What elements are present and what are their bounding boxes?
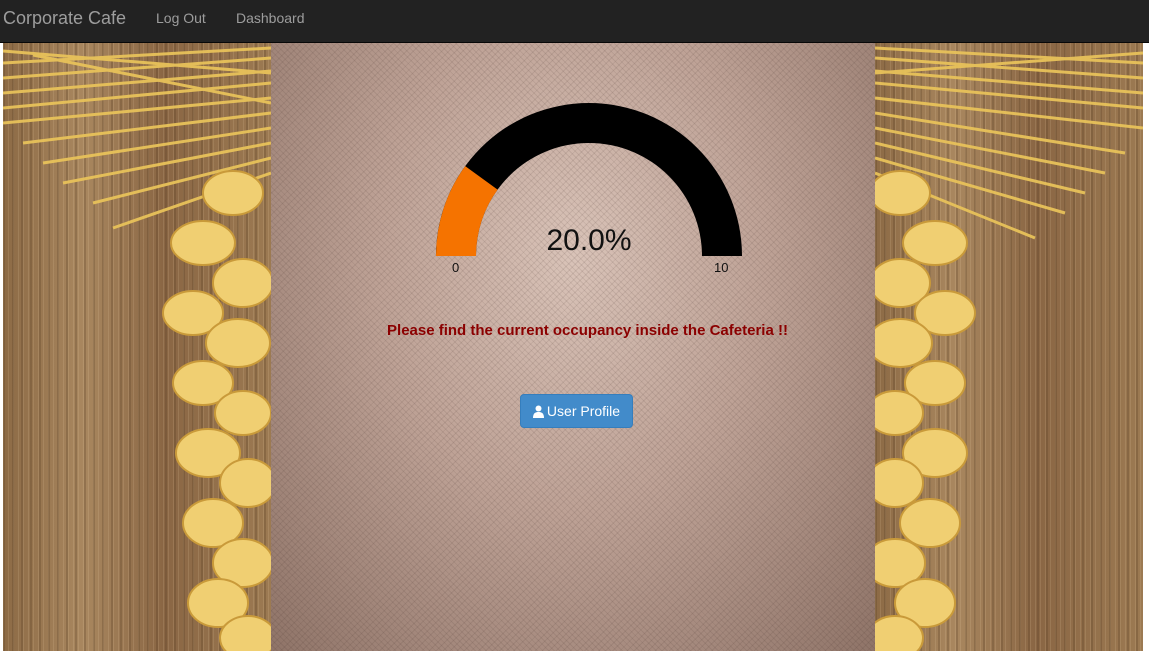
- user-profile-button[interactable]: User Profile: [520, 394, 633, 428]
- brand-link[interactable]: Corporate Cafe: [3, 8, 126, 29]
- main-panel: 20.0% 0 10 Please find the current occup…: [271, 43, 875, 651]
- gauge-max-label: 10: [714, 260, 729, 275]
- background-image-right: [875, 43, 1143, 651]
- top-navbar: Corporate Cafe Log Out Dashboard: [0, 0, 1149, 43]
- user-icon: [532, 405, 544, 418]
- right-margin: [1143, 43, 1149, 651]
- occupancy-message: Please find the current occupancy inside…: [387, 322, 788, 339]
- gauge-min-label: 0: [452, 260, 460, 275]
- user-profile-label: User Profile: [546, 403, 621, 419]
- occupancy-gauge: [436, 103, 742, 256]
- nav-logout-link[interactable]: Log Out: [156, 10, 206, 26]
- pasta-illustration-right: [875, 46, 1143, 651]
- nav-dashboard-link[interactable]: Dashboard: [236, 10, 305, 26]
- pasta-illustration-left: [3, 46, 271, 651]
- background-image-left: [3, 43, 271, 651]
